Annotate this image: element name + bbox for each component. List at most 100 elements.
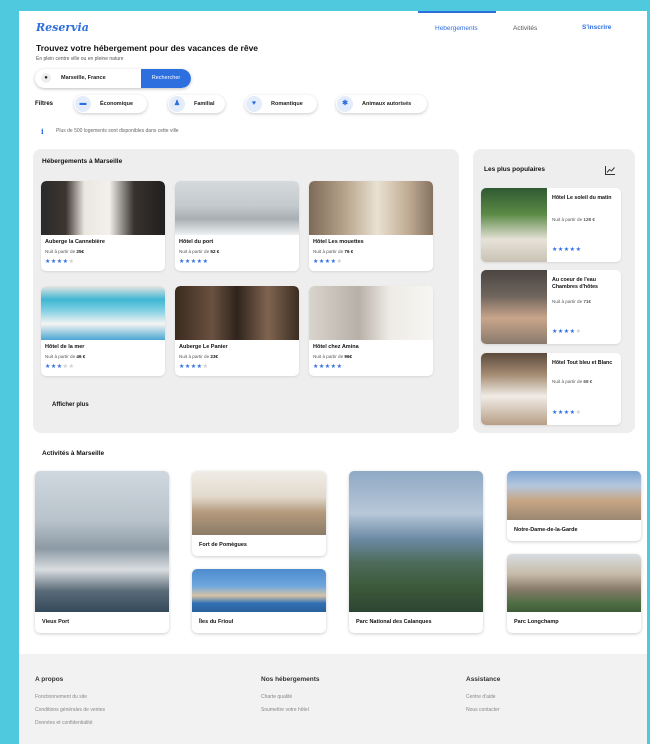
- popular-card[interactable]: Hôtel Le soleil du matin Nuit à partir d…: [481, 188, 621, 262]
- hotel-photo: [175, 286, 299, 340]
- accommodations-title: Hébergements à Marseille: [42, 158, 123, 165]
- nav-active-indicator: [418, 11, 496, 13]
- activity-photo: [507, 554, 641, 612]
- hotel-photo: [309, 286, 433, 340]
- nav-activites[interactable]: Activités: [513, 25, 537, 32]
- search-bar: ● Rechercher: [35, 69, 191, 88]
- star-empty-icon: ★: [575, 410, 582, 416]
- search-input[interactable]: [61, 75, 151, 81]
- hotel-name: Hôtel Tout bleu et Blanc: [552, 360, 613, 366]
- filter-familial[interactable]: ♟ Familial: [168, 95, 225, 113]
- hotel-card[interactable]: Auberge la Cannebière Nuit à partir de 2…: [41, 181, 165, 271]
- hotel-photo: [41, 181, 165, 235]
- footer-title-assistance: Assistance: [466, 676, 501, 683]
- rating-stars: ★★★★★: [552, 409, 581, 416]
- footer-link[interactable]: Conditions générales de ventes: [35, 707, 105, 713]
- hotel-name: Auberge Le Panier: [179, 344, 228, 350]
- activity-name: Vieux Port: [42, 619, 70, 625]
- hotel-photo: [481, 270, 547, 344]
- hotel-price: Nuit à partir de 96€: [313, 354, 353, 359]
- star-empty-icon: ★: [336, 259, 343, 265]
- page-subtitle: En plein centre ville ou en pleine natur…: [36, 56, 124, 62]
- activity-card[interactable]: Îles du Frioul: [192, 569, 326, 633]
- activity-card[interactable]: Parc Longchamp: [507, 554, 641, 633]
- activity-photo: [349, 471, 483, 612]
- info-icon: i: [41, 127, 44, 136]
- footer-link[interactable]: Fonctionnement du site: [35, 694, 87, 700]
- filter-romantique[interactable]: ♥ Romantique: [245, 95, 317, 113]
- rating-stars: ★★★★★: [552, 246, 581, 253]
- filter-animaux[interactable]: ✱ Animaux autorisés: [336, 95, 427, 113]
- footer-link[interactable]: Charte qualité: [261, 694, 292, 700]
- hotel-name: Hôtel Le soleil du matin: [552, 195, 612, 201]
- filter-economique[interactable]: ▬ Économique: [74, 95, 147, 113]
- hotel-price: Nuit à partir de 71€: [552, 299, 592, 304]
- activity-name: Notre-Dame-de-la-Garde: [514, 527, 578, 533]
- hotel-card[interactable]: Hôtel Les mouettes Nuit à partir de 76 €…: [309, 181, 433, 271]
- hotel-price: Nuit à partir de 68 €: [552, 379, 593, 384]
- hotel-name: Hôtel de la mer: [45, 344, 85, 350]
- paw-icon: ✱: [337, 96, 353, 112]
- rating-stars: ★★★★★: [313, 363, 342, 370]
- activity-card[interactable]: Vieux Port: [35, 471, 169, 633]
- footer-link[interactable]: Données et confidentialité: [35, 720, 93, 726]
- hotel-card[interactable]: Hôtel du port Nuit à partir de 52 € ★★★★…: [175, 181, 299, 271]
- rating-stars: ★★★★★: [179, 258, 208, 265]
- hotel-name: Au coeur de l'eau Chambres d'hôtes: [552, 277, 598, 290]
- map-pin-icon: ●: [41, 73, 51, 83]
- trending-chart-icon: [605, 166, 615, 175]
- signup-link[interactable]: S'inscrire: [582, 24, 611, 31]
- footer-title-apropos: A propos: [35, 676, 64, 683]
- filter-label: Familial: [194, 101, 215, 107]
- footer-title-hebergements: Nos hébergements: [261, 676, 320, 683]
- hotel-name: Hôtel chez Amina: [313, 344, 359, 350]
- star-filled-icon: ★: [575, 247, 582, 253]
- hotel-photo: [41, 286, 165, 340]
- rating-stars: ★★★★★: [45, 363, 74, 370]
- heart-icon: ♥: [246, 96, 262, 112]
- popular-title: Les plus populaires: [484, 166, 546, 173]
- family-icon: ♟: [169, 96, 185, 112]
- hotel-photo: [175, 181, 299, 235]
- page: Reservia Hebergements Activités S'inscri…: [19, 11, 647, 744]
- footer: A propos Fonctionnement du site Conditio…: [19, 654, 647, 744]
- money-icon: ▬: [75, 96, 91, 112]
- logo[interactable]: Reservia: [36, 21, 89, 34]
- search-button[interactable]: Rechercher: [141, 69, 191, 88]
- star-filled-icon: ★: [202, 259, 209, 265]
- activity-photo: [507, 471, 641, 520]
- popular-card[interactable]: Au coeur de l'eau Chambres d'hôtes Nuit …: [481, 270, 621, 344]
- hotel-photo: [309, 181, 433, 235]
- hotel-card[interactable]: Auberge Le Panier Nuit à partir de 23€ ★…: [175, 286, 299, 376]
- hotel-name: Hôtel du port: [179, 239, 214, 245]
- footer-link[interactable]: Soumettre votre hôtel: [261, 707, 309, 713]
- hotel-card[interactable]: Hôtel de la mer Nuit à partir de 46 € ★★…: [41, 286, 165, 376]
- popular-card[interactable]: Hôtel Tout bleu et Blanc Nuit à partir d…: [481, 353, 621, 425]
- hotel-photo: [481, 353, 547, 425]
- hotel-price: Nuit à partir de 25€: [45, 249, 85, 254]
- hotel-card[interactable]: Hôtel chez Amina Nuit à partir de 96€ ★★…: [309, 286, 433, 376]
- activity-photo: [192, 569, 326, 612]
- hotel-photo: [481, 188, 547, 262]
- show-more-button[interactable]: Afficher plus: [52, 402, 89, 408]
- hotel-price: Nuit à partir de 46 €: [45, 354, 86, 359]
- activity-name: Îles du Frioul: [199, 619, 234, 625]
- footer-link[interactable]: Nous contacter: [466, 707, 500, 713]
- star-empty-icon: ★: [202, 364, 209, 370]
- hotel-price: Nuit à partir de 128 €: [552, 217, 595, 222]
- filter-label: Animaux autorisés: [362, 101, 412, 107]
- activity-photo: [35, 471, 169, 612]
- star-empty-icon: ★: [68, 259, 75, 265]
- activity-name: Fort de Pomègues: [199, 542, 247, 548]
- star-filled-icon: ★: [336, 364, 343, 370]
- rating-stars: ★★★★★: [313, 258, 342, 265]
- footer-link[interactable]: Centre d'aide: [466, 694, 496, 700]
- rating-stars: ★★★★★: [552, 328, 581, 335]
- filter-label: Romantique: [271, 101, 303, 107]
- activity-card[interactable]: Parc National des Calanques: [349, 471, 483, 633]
- rating-stars: ★★★★★: [179, 363, 208, 370]
- activity-card[interactable]: Fort de Pomègues: [192, 471, 326, 556]
- activity-card[interactable]: Notre-Dame-de-la-Garde: [507, 471, 641, 541]
- page-title: Trouvez votre hébergement pour des vacan…: [36, 43, 259, 53]
- nav-hebergements[interactable]: Hebergements: [435, 25, 478, 32]
